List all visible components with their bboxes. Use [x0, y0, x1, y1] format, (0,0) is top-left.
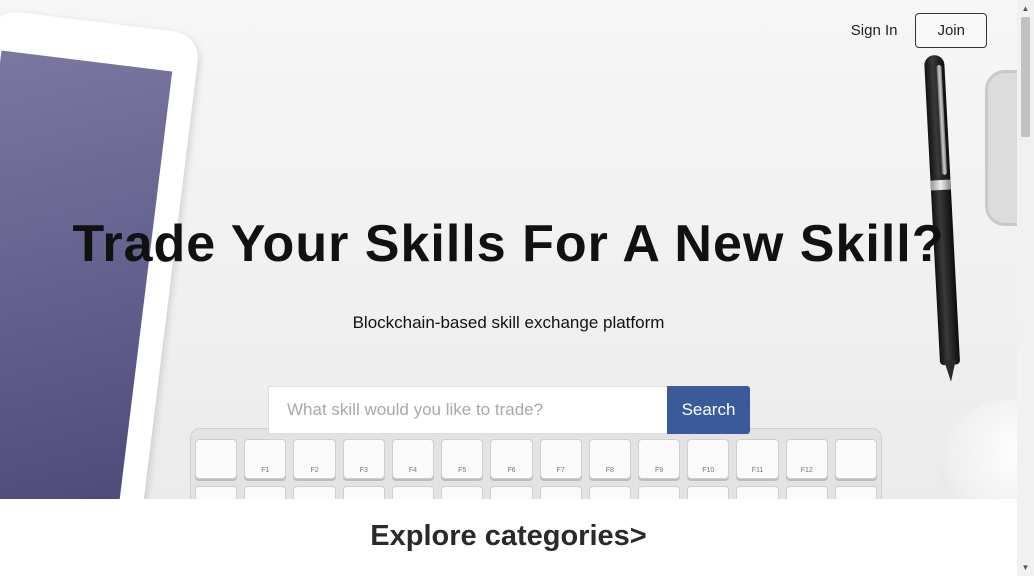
top-nav: Sign In Join — [851, 13, 987, 48]
scroll-thumb[interactable] — [1021, 17, 1030, 137]
search-button[interactable]: Search — [667, 386, 750, 434]
keyboard-key: F1 — [244, 439, 287, 479]
keyboard-key: F4 — [391, 439, 435, 479]
keyboard-key: ( — [637, 486, 681, 499]
keyboard-key: F12 — [785, 439, 828, 479]
pen-band — [930, 179, 951, 191]
search-input[interactable] — [268, 386, 667, 434]
keyboard-key: * — [588, 486, 631, 499]
hero-headline: Trade Your Skills For A New Skill? — [72, 215, 945, 273]
mouse-image — [940, 400, 1017, 499]
vertical-scrollbar[interactable]: ▲ ▼ — [1017, 0, 1034, 576]
keyboard-key: F9 — [637, 439, 681, 479]
keyboard-key: ~ — [195, 486, 238, 499]
keyboard-key — [834, 486, 878, 499]
join-button[interactable]: Join — [915, 13, 987, 48]
keyboard-key: F10 — [687, 439, 730, 479]
scroll-down-icon[interactable]: ▼ — [1017, 559, 1034, 576]
phone-image — [985, 70, 1017, 226]
keyboard-key: F11 — [736, 439, 779, 479]
scroll-up-icon[interactable]: ▲ — [1017, 0, 1034, 17]
keyboard-key: % — [441, 486, 484, 499]
keyboard-function-row: F1 F2 F3 F4 F5 F6 F7 F8 F9 F10 F11 F12 — [195, 439, 878, 479]
keyboard-key — [195, 439, 238, 479]
keyboard-key: $ — [391, 486, 435, 499]
pen-clip — [936, 64, 948, 175]
keyboard-key: ) — [687, 486, 730, 499]
keyboard-key: F7 — [539, 439, 582, 479]
keyboard-key: F6 — [490, 439, 533, 479]
keyboard-key: F3 — [342, 439, 385, 479]
keyboard-key: F5 — [441, 439, 484, 479]
pen-tip — [943, 359, 957, 383]
keyboard-key: # — [342, 486, 385, 499]
keyboard-key: & — [539, 486, 582, 499]
keyboard-image: F1F2F3F4F5F6F7F8F9F10F11F12 ~! @ # $% ^&* () _… — [190, 428, 882, 499]
keyboard-key — [834, 439, 878, 479]
keyboard-key: ! — [244, 486, 287, 499]
search-bar: Search — [268, 386, 750, 434]
keyboard-key: ^ — [490, 486, 533, 499]
hero-subtitle: Blockchain-based skill exchange platform — [352, 313, 665, 332]
explore-categories-heading[interactable]: Explore categories> — [0, 520, 1017, 553]
keyboard-key: _ — [736, 486, 779, 499]
keyboard-number-row: ~! @ # $% ^&* () _ + — [195, 486, 878, 499]
sign-in-link[interactable]: Sign In — [851, 22, 898, 39]
keyboard-key: F2 — [293, 439, 336, 479]
keyboard-key: F8 — [588, 439, 631, 479]
keyboard-key: @ — [293, 486, 336, 499]
hero-section: F1F2F3F4F5F6F7F8F9F10F11F12 ~! @ # $% ^&* () _… — [0, 0, 1017, 499]
tablet-screen — [0, 50, 173, 499]
keyboard-key: + — [785, 486, 828, 499]
